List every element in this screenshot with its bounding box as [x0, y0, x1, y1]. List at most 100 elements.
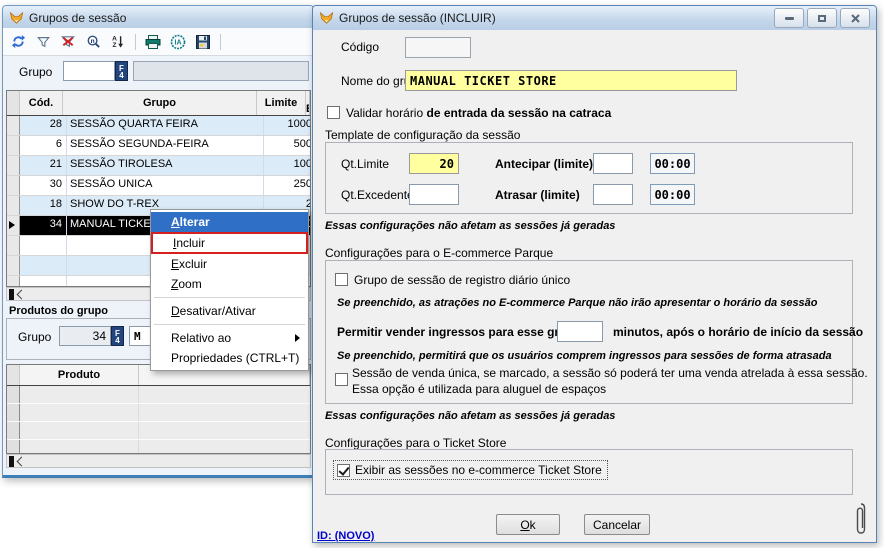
menu-item-zoom[interactable]: Zoom: [151, 274, 308, 294]
refresh-icon[interactable]: [8, 32, 28, 51]
ecommerce-note: Essas configurações não afetam as sessõe…: [325, 410, 615, 422]
atrasar-time-display: 00:00: [650, 184, 695, 205]
menu-item-excluir[interactable]: Excluir: [151, 254, 308, 274]
products-group-label: Grupo: [18, 330, 51, 344]
col-header-limite[interactable]: Limite: [257, 91, 306, 115]
atrasar-label: Atrasar (limite): [495, 188, 580, 202]
close-button[interactable]: [840, 8, 870, 28]
table-row-empty[interactable]: [7, 422, 310, 440]
products-group-input[interactable]: 34: [59, 326, 111, 346]
col-header-excedente[interactable]: Ex: [306, 91, 310, 115]
clear-filter-icon[interactable]: [58, 32, 78, 51]
close-icon: [851, 14, 860, 23]
antecipar-input[interactable]: [593, 153, 633, 174]
table-row-empty[interactable]: [7, 404, 310, 422]
dialog-titlebar[interactable]: Grupos de sessão (INCLUIR): [313, 6, 876, 30]
template-note: Essas configurações não afetam as sessõe…: [325, 220, 615, 232]
app-fox-icon: [319, 11, 334, 25]
filter-icon[interactable]: [33, 32, 53, 51]
sort-icon[interactable]: A Z: [108, 32, 128, 51]
search-icon[interactable]: n: [83, 32, 103, 51]
codigo-input[interactable]: [405, 37, 471, 58]
col-header-produto[interactable]: Produto: [20, 365, 139, 385]
menu-item-relativo[interactable]: Relativo ao: [151, 328, 308, 348]
maximize-button[interactable]: [807, 8, 837, 28]
table-row-empty[interactable]: [7, 386, 310, 404]
qt-limite-input[interactable]: 20: [409, 153, 459, 174]
qt-limite-label: Qt.Limite: [341, 157, 389, 171]
qt-excedente-label: Qt.Excedente: [341, 188, 414, 202]
print-icon[interactable]: [143, 32, 163, 51]
context-menu: Alterar Incluir Excluir Zoom Desativar/A…: [150, 209, 309, 371]
menu-item-incluir[interactable]: Incluir: [151, 232, 308, 254]
toolbar-separator: [220, 34, 221, 50]
scroll-left-icon[interactable]: [17, 456, 27, 466]
group-filter-input[interactable]: [63, 61, 115, 81]
registro-diario-checkbox[interactable]: [335, 273, 348, 286]
products-hscrollbar[interactable]: [6, 454, 311, 468]
toolbar-separator: [135, 34, 136, 50]
validar-horario-checkbox[interactable]: [327, 106, 340, 119]
ticketstore-section-title: Configurações para o Ticket Store: [325, 436, 506, 450]
dialog-title: Grupos de sessão (INCLUIR): [339, 11, 496, 25]
toolbar: n A Z: [3, 28, 313, 56]
menu-item-propriedades[interactable]: Propriedades (CTRL+T): [151, 348, 308, 368]
exibir-sessoes-checkbox[interactable]: [337, 464, 350, 477]
label-regular-part: Validar horário: [346, 106, 426, 120]
splitter-handle[interactable]: [9, 289, 14, 300]
grid-header: Cód. Grupo Limite Ex: [7, 91, 310, 116]
nome-grupo-input[interactable]: MANUAL TICKET STORE: [405, 70, 737, 91]
save-icon[interactable]: [193, 32, 213, 51]
ia-icon[interactable]: IA: [168, 32, 188, 51]
table-row[interactable]: 6 SESSÃO SEGUNDA-FEIRA 500: [7, 136, 310, 156]
menu-item-alterar[interactable]: Alterar: [151, 212, 308, 232]
col-header-cod[interactable]: Cód.: [20, 91, 63, 115]
menu-item-desativar[interactable]: Desativar/Ativar: [151, 301, 308, 321]
validar-checkbox-label: Validar horário de entrada da sessão na …: [346, 106, 611, 120]
registro-diario-label: Grupo de sessão de registro diário único: [354, 273, 570, 287]
menu-separator: [154, 324, 305, 325]
registro-note: Se preenchido, as atrações no E-commerce…: [337, 297, 818, 309]
products-section-title: Produtos do grupo: [9, 305, 108, 317]
exibir-sessoes-focus: Exibir as sessões no e-commerce Ticket S…: [333, 460, 608, 480]
ecommerce-section-title: Configurações para o E-commerce Parque: [325, 246, 553, 260]
session-groups-include-dialog: Grupos de sessão (INCLUIR) Código Nom: [312, 5, 877, 543]
qt-excedente-input[interactable]: [409, 184, 459, 205]
venda-unica-label-line2: Essa opção é utilizada para aluguel de e…: [352, 382, 606, 396]
atrasar-input[interactable]: [593, 184, 633, 205]
antecipar-time-display: 00:00: [650, 153, 695, 174]
desktop: Grupos de sessão: [0, 0, 884, 548]
table-row[interactable]: 21 SESSÃO TIROLESA 100: [7, 156, 310, 176]
group-filter-label: Grupo: [19, 65, 52, 79]
window-title: Grupos de sessão: [29, 11, 126, 25]
table-row-empty[interactable]: [7, 440, 310, 454]
ok-button[interactable]: Ok: [496, 514, 560, 535]
menu-item-label: Relativo ao: [171, 331, 231, 345]
antecipar-label: Antecipar (limite): [495, 157, 593, 171]
permitir-label-post: minutos, após o horário de início da ses…: [613, 325, 863, 339]
minimize-button[interactable]: [774, 8, 804, 28]
maximize-icon: [818, 15, 826, 22]
group-filter-f4-button[interactable]: F4: [115, 61, 128, 81]
submenu-arrow-icon: [295, 334, 300, 342]
menu-separator: [154, 297, 305, 298]
splitter-handle[interactable]: [9, 456, 14, 467]
label-bold-part: de entrada da sessão na catraca: [426, 106, 611, 120]
app-fox-icon: [9, 11, 24, 25]
products-f4-button[interactable]: F4: [111, 326, 124, 346]
window-titlebar[interactable]: Grupos de sessão: [3, 6, 313, 29]
template-section-title: Template de configuração da sessão: [325, 128, 520, 142]
cancel-button[interactable]: Cancelar: [584, 514, 650, 535]
record-pointer-icon: [9, 221, 15, 229]
table-row[interactable]: 28 SESSÃO QUARTA FEIRA 1000: [7, 116, 310, 136]
col-header-grupo[interactable]: Grupo: [63, 91, 257, 115]
products-grid[interactable]: Produto: [6, 364, 311, 454]
venda-unica-label-line1: Sessão de venda única, se marcado, a ses…: [352, 366, 868, 380]
venda-unica-checkbox[interactable]: [335, 373, 348, 386]
id-novo-link[interactable]: ID: (NOVO): [317, 530, 374, 542]
table-row[interactable]: 30 SESSÃO UNICA 250: [7, 176, 310, 196]
codigo-label: Código: [341, 40, 379, 54]
scroll-left-icon[interactable]: [17, 289, 27, 299]
minutos-input[interactable]: [557, 321, 603, 342]
paperclip-icon[interactable]: [854, 502, 868, 538]
